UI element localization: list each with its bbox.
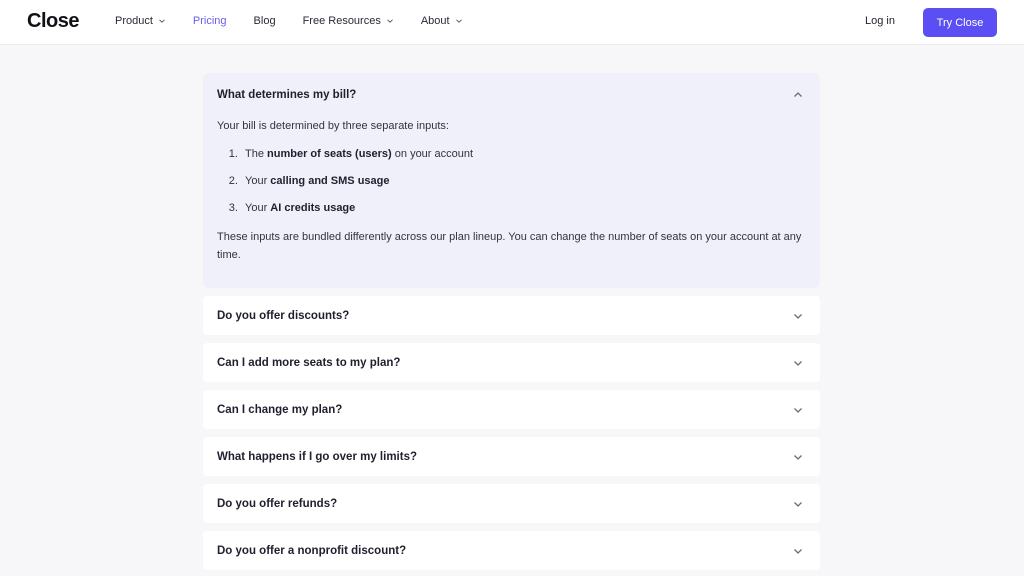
- faq-question: What determines my bill?: [217, 89, 357, 101]
- chevron-down-icon: [455, 19, 462, 23]
- faq-item[interactable]: What happens if I go over my limits?: [203, 437, 820, 476]
- faq-question: Can I change my plan?: [217, 403, 343, 416]
- faq-answer-outro: These inputs are bundled differently acr…: [217, 231, 802, 261]
- nav-blog[interactable]: Blog: [254, 15, 276, 27]
- nav-pricing-label: Pricing: [192, 15, 227, 27]
- try-close-button[interactable]: Try Close: [923, 8, 997, 37]
- chevron-down-icon: [794, 501, 802, 507]
- list-item-bold: number of seats (users): [267, 148, 392, 160]
- faq-question: Do you offer refunds?: [217, 497, 338, 510]
- list-item-prefix: Your: [245, 202, 271, 214]
- nav-pricing[interactable]: Pricing: [193, 15, 227, 27]
- faq-answer-intro: Your bill is determined by three separat…: [217, 120, 449, 132]
- faq-item[interactable]: Do you offer discounts?: [203, 296, 820, 335]
- faq-answer-list-item: The number of seats (users) on your acco…: [241, 145, 806, 163]
- faq-answer-list-item: Your AI credits usage: [241, 199, 806, 217]
- faq-list: What determines my bill? Your bill is de…: [203, 73, 820, 570]
- faq-item-open: What determines my bill? Your bill is de…: [203, 73, 820, 288]
- faq-item[interactable]: Do you offer refunds?: [203, 484, 820, 523]
- faq-answer: Your bill is determined by three separat…: [217, 117, 806, 264]
- nav-free-resources-label: Free Resources: [302, 15, 381, 27]
- faq-question: Can I add more seats to my plan?: [217, 356, 401, 369]
- chevron-down-icon: [386, 19, 393, 23]
- chevron-down-icon: [794, 407, 802, 413]
- list-item-prefix: The: [245, 148, 268, 160]
- faq-item[interactable]: Can I add more seats to my plan?: [203, 343, 820, 382]
- faq-question-toggle[interactable]: What determines my bill?: [217, 73, 806, 117]
- faq-question: What happens if I go over my limits?: [217, 450, 417, 463]
- list-item-bold: AI credits usage: [270, 202, 356, 214]
- nav-product-label: Product: [115, 15, 153, 27]
- nav-about[interactable]: About: [421, 15, 463, 27]
- nav-product[interactable]: Product: [115, 15, 166, 27]
- login-link[interactable]: Log in: [865, 15, 895, 27]
- chevron-down-icon: [159, 19, 165, 23]
- faq-answer-list: The number of seats (users) on your acco…: [217, 145, 806, 217]
- nav-about-label: About: [420, 15, 450, 27]
- faq-question: Do you offer discounts?: [217, 309, 350, 322]
- list-item-bold: calling and SMS usage: [270, 175, 390, 187]
- chevron-down-icon: [794, 360, 802, 366]
- list-item-prefix: Your: [245, 175, 271, 187]
- site-header: Close Product Pricing Blog Free Resource…: [0, 0, 1024, 45]
- faq-question: Do you offer a nonprofit discount?: [217, 544, 407, 557]
- chevron-up-icon: [794, 92, 802, 97]
- nav-free-resources[interactable]: Free Resources: [303, 15, 394, 27]
- chevron-down-icon: [794, 454, 802, 460]
- close-logo[interactable]: Close: [27, 10, 79, 33]
- faq-answer-list-item: Your calling and SMS usage: [241, 172, 806, 190]
- main-nav: Product Pricing Blog Free Resources Abou…: [115, 15, 490, 27]
- chevron-down-icon: [794, 548, 802, 554]
- faq-item[interactable]: Can I change my plan?: [203, 390, 820, 429]
- list-item-suffix: on your account: [391, 148, 474, 160]
- faq-item[interactable]: Do you offer a nonprofit discount?: [203, 531, 820, 570]
- chevron-down-icon: [794, 313, 802, 319]
- nav-blog-label: Blog: [253, 15, 276, 27]
